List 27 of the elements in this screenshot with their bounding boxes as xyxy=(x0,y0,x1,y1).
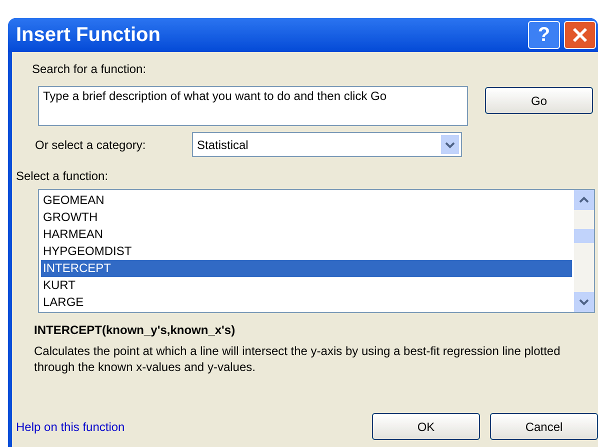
search-label: Search for a function: xyxy=(32,61,148,78)
function-syntax: INTERCEPT(known_y's,known_x's) xyxy=(34,322,236,339)
scroll-thumb[interactable] xyxy=(574,229,594,243)
scroll-down-icon xyxy=(574,292,594,312)
cancel-button[interactable]: Cancel xyxy=(490,413,598,440)
function-item[interactable]: HARMEAN xyxy=(41,226,572,243)
category-label: Or select a category: xyxy=(35,136,147,154)
function-item[interactable]: GEOMEAN xyxy=(41,192,572,209)
scroll-up-icon xyxy=(574,190,594,210)
help-button[interactable]: ? xyxy=(528,21,560,49)
go-button[interactable]: Go xyxy=(485,87,593,114)
function-description: Calculates the point at which a line will intersect the y-axis by using a best-fit regression line plotted through the known x-values and y-values. xyxy=(34,343,562,375)
close-button[interactable] xyxy=(564,21,596,49)
category-dropdown[interactable]: Statistical xyxy=(192,132,462,157)
ok-button[interactable]: OK xyxy=(372,413,480,440)
function-item[interactable]: INTERCEPT xyxy=(41,260,572,277)
function-item[interactable]: GROWTH xyxy=(41,209,572,226)
function-item[interactable]: KURT xyxy=(41,277,572,294)
scrollbar[interactable] xyxy=(574,190,594,312)
function-list-label: Select a function: xyxy=(16,168,110,185)
function-item[interactable]: HYPGEOMDIST xyxy=(41,243,572,260)
help-link[interactable]: Help on this function xyxy=(16,418,372,436)
function-item[interactable]: LARGE xyxy=(41,294,572,311)
close-icon xyxy=(572,27,588,43)
function-list[interactable]: GEOMEAN GROWTH HARMEAN HYPGEOMDIST INTERCEPT KURT LARGE xyxy=(38,189,595,313)
search-field[interactable]: Type a brief description of what you want to do and then click Go xyxy=(38,86,468,126)
window-title: Insert Function xyxy=(16,23,160,48)
